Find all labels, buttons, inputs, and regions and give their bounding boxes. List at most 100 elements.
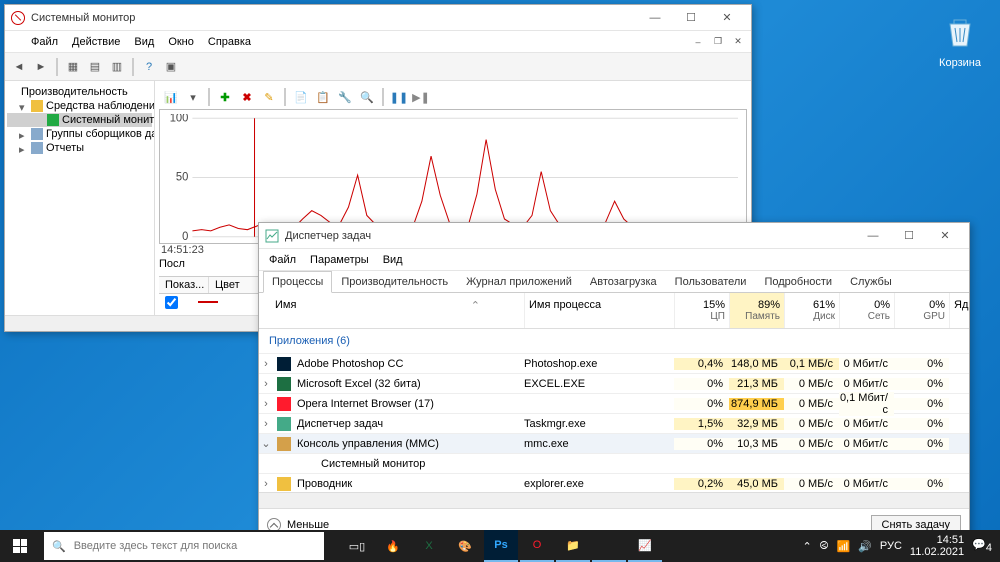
tree-reports[interactable]: ▸Отчеты [7, 141, 152, 155]
app-icon [277, 397, 291, 411]
menu-action[interactable]: Действие [66, 34, 126, 50]
col-disk[interactable]: 61%Диск [784, 293, 839, 328]
tb-icon[interactable]: ▦ [63, 57, 83, 77]
tab-процессы[interactable]: Процессы [263, 271, 332, 293]
menu-options[interactable]: Параметры [304, 252, 375, 268]
props-icon[interactable]: 🔧 [335, 87, 355, 107]
collapse-icon[interactable]: ⌄ [259, 437, 273, 450]
expand-icon[interactable]: › [259, 358, 273, 370]
col-name[interactable]: Имя [275, 299, 296, 311]
mdi-close[interactable]: ✕ [729, 34, 747, 50]
apps-group-header[interactable]: Приложения (6) [259, 329, 969, 354]
minimize-button[interactable]: — [637, 7, 673, 29]
taskbar-sysmon[interactable] [592, 530, 626, 562]
process-row[interactable]: › Диспетчер задач Taskmgr.exe 1,5% 32,9 … [259, 414, 969, 434]
col-process[interactable]: Имя процесса [524, 293, 674, 328]
search-box[interactable]: 🔍 Введите здесь текст для поиска [44, 532, 324, 560]
play-icon[interactable]: ▶❚ [411, 87, 431, 107]
collapse-icon: ▾ [19, 101, 28, 110]
zoom-icon[interactable]: 🔍 [357, 87, 377, 107]
tb-icon[interactable]: ▥ [107, 57, 127, 77]
taskmgr-titlebar[interactable]: Диспетчер задач — ☐ ✕ [259, 223, 969, 249]
recycle-bin-icon [940, 12, 980, 52]
tab-службы[interactable]: Службы [841, 271, 901, 293]
col-gpu-engine[interactable]: Яд [949, 293, 969, 328]
maximize-button[interactable]: ☐ [891, 225, 927, 247]
expand-icon[interactable]: › [259, 378, 273, 390]
maximize-button[interactable]: ☐ [673, 7, 709, 29]
expand-icon[interactable]: › [259, 418, 273, 430]
tab-пользователи[interactable]: Пользователи [666, 271, 756, 293]
taskbar-excel[interactable]: X [412, 530, 446, 562]
app-icon [277, 357, 291, 371]
tree-system-monitor[interactable]: Системный монитор [7, 113, 152, 127]
tab-подробности[interactable]: Подробности [755, 271, 841, 293]
taskbar-opera[interactable]: O [520, 530, 554, 562]
tray-chevron-icon[interactable]: ⌃ [802, 540, 811, 553]
menu-view[interactable]: Вид [128, 34, 160, 50]
process-row[interactable]: › Adobe Photoshop CC Photoshop.exe 0,4% … [259, 354, 969, 374]
col-network[interactable]: 0%Сеть [839, 293, 894, 328]
tab-автозагрузка[interactable]: Автозагрузка [581, 271, 666, 293]
tree-monitoring-tools[interactable]: ▾Средства наблюдения [7, 99, 152, 113]
clock[interactable]: 14:5111.02.2021 [910, 534, 964, 558]
remove-counter-icon[interactable]: ✖ [237, 87, 257, 107]
hscrollbar[interactable] [259, 492, 969, 508]
sysmon-titlebar[interactable]: Системный монитор — ☐ ✕ [5, 5, 751, 31]
menu-help[interactable]: Справка [202, 34, 257, 50]
process-row[interactable]: ⌄ Консоль управления (MMC) mmc.exe 0% 10… [259, 434, 969, 454]
menu-window[interactable]: Окно [162, 34, 200, 50]
tree-root[interactable]: Производительность [7, 85, 152, 99]
notifications-button[interactable]: 💬4 [972, 538, 992, 554]
tb-icon[interactable]: ▾ [183, 87, 203, 107]
help-icon[interactable]: ? [139, 57, 159, 77]
highlight-icon[interactable]: ✎ [259, 87, 279, 107]
recycle-bin[interactable]: Корзина [930, 12, 990, 69]
copy-icon[interactable]: 📄 [291, 87, 311, 107]
add-counter-icon[interactable]: ✚ [215, 87, 235, 107]
taskbar-taskmgr[interactable]: 📈 [628, 530, 662, 562]
sysmon-toolbar: ◄ ► ▦ ▤ ▥ ? ▣ [5, 53, 751, 81]
menu-view[interactable]: Вид [377, 252, 409, 268]
folder-icon [31, 142, 43, 154]
mdi-minimize[interactable]: – [689, 34, 707, 50]
app-icon [277, 377, 291, 391]
language-indicator[interactable]: РУС [880, 540, 902, 552]
pause-icon[interactable]: ❚❚ [389, 87, 409, 107]
minimize-button[interactable]: — [855, 225, 891, 247]
tb-icon[interactable]: ▣ [161, 57, 181, 77]
volume-icon[interactable]: 🔊 [858, 540, 872, 553]
wifi-icon[interactable]: 📶 [836, 540, 850, 553]
task-view-button[interactable]: ▭▯ [340, 530, 374, 562]
menu-file[interactable]: Файл [263, 252, 302, 268]
taskbar-photoshop[interactable]: Ps [484, 530, 518, 562]
col-gpu[interactable]: 0%GPU [894, 293, 949, 328]
tab-производительность[interactable]: Производительность [332, 271, 457, 293]
back-button[interactable]: ◄ [9, 57, 29, 77]
tab-журнал приложений[interactable]: Журнал приложений [457, 271, 581, 293]
expand-icon[interactable]: › [259, 398, 273, 410]
legend-checkbox[interactable] [165, 296, 178, 309]
taskbar-paint[interactable]: 🎨 [448, 530, 482, 562]
tree-collector-sets[interactable]: ▸Группы сборщиков данных [7, 127, 152, 141]
process-row[interactable]: › Opera Internet Browser (17) 0% 874,9 М… [259, 394, 969, 414]
view-icon[interactable]: 📊 [161, 87, 181, 107]
col-cpu[interactable]: 15%ЦП [674, 293, 729, 328]
taskbar-app[interactable]: 🔥 [376, 530, 410, 562]
process-table-header: Имя⌃ Имя процесса 15%ЦП 89%Память 61%Дис… [259, 293, 969, 329]
start-button[interactable] [0, 530, 40, 562]
search-icon: 🔍 [52, 540, 66, 553]
process-row[interactable]: Системный монитор [259, 454, 969, 474]
paste-icon[interactable]: 📋 [313, 87, 333, 107]
menu-file[interactable]: Файл [25, 34, 64, 50]
expand-icon[interactable]: › [259, 478, 273, 490]
process-row[interactable]: › Проводник explorer.exe 0,2% 45,0 МБ 0 … [259, 474, 969, 492]
col-memory[interactable]: 89%Память [729, 293, 784, 328]
taskbar-explorer[interactable]: 📁 [556, 530, 590, 562]
mdi-restore[interactable]: ❐ [709, 34, 727, 50]
close-button[interactable]: ✕ [709, 7, 745, 29]
close-button[interactable]: ✕ [927, 225, 963, 247]
tb-icon[interactable]: ▤ [85, 57, 105, 77]
network-icon[interactable]: ⧀ [820, 540, 829, 553]
forward-button[interactable]: ► [31, 57, 51, 77]
